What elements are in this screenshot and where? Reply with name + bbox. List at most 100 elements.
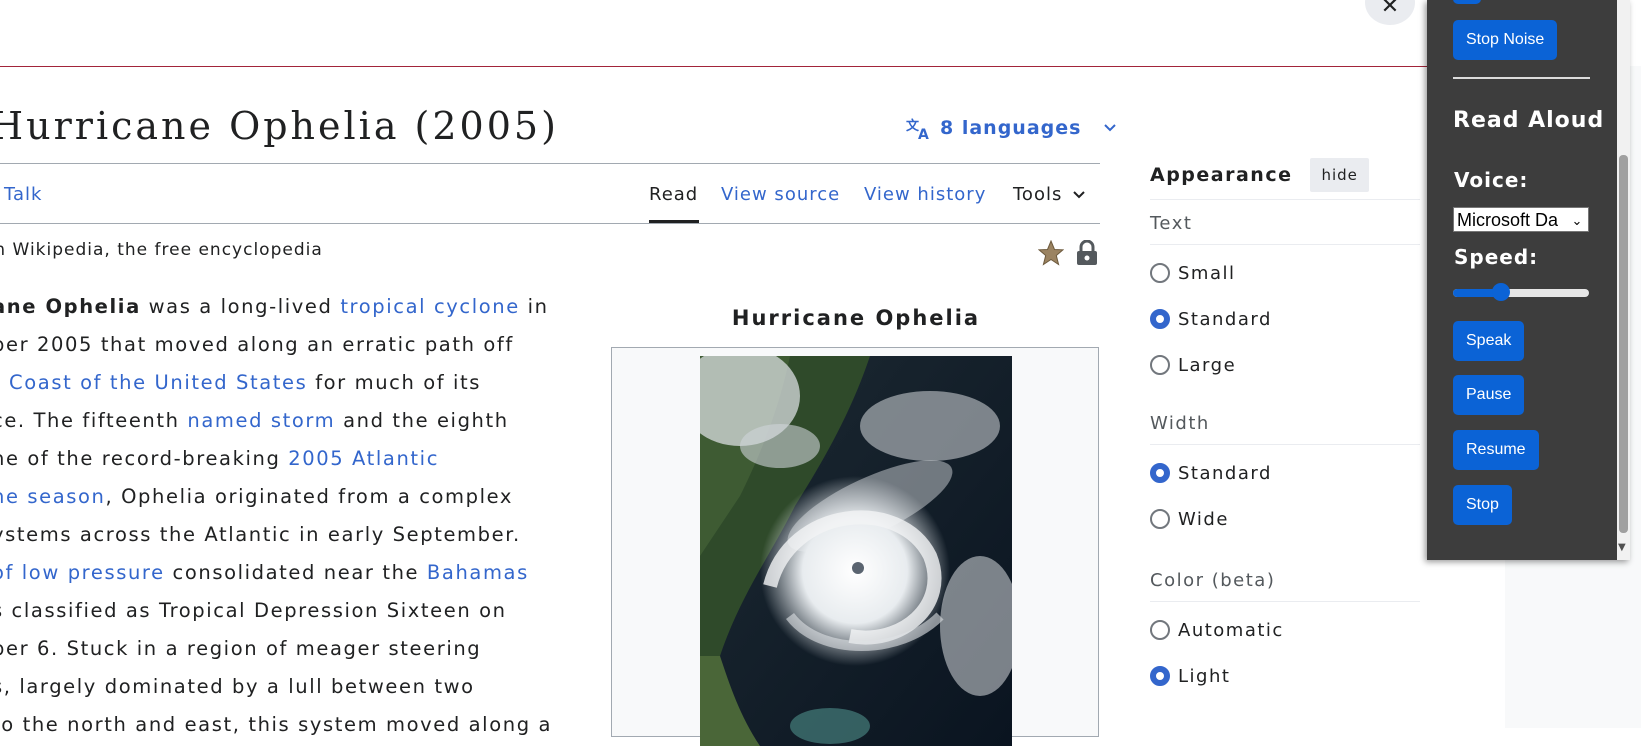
voice-value: Microsoft Da xyxy=(1457,210,1559,230)
radio-button[interactable] xyxy=(1150,509,1170,529)
radio-button[interactable] xyxy=(1150,666,1170,686)
article-line: ane Ophelia was a long-lived tropical cy… xyxy=(0,290,592,328)
title-divider xyxy=(0,163,1100,164)
tabs-divider xyxy=(0,223,1100,224)
radio-button[interactable] xyxy=(1150,620,1170,640)
text-size-section: Text Small Standard Large xyxy=(1150,213,1420,388)
stop-button[interactable]: Stop xyxy=(1453,485,1512,525)
chevron-down-icon xyxy=(1073,190,1086,198)
color-section: Color (beta) Automatic Light xyxy=(1150,570,1420,699)
appearance-divider xyxy=(1150,199,1420,200)
satellite-image[interactable] xyxy=(700,356,1012,746)
read-aloud-title: Read Aloud xyxy=(1453,108,1605,133)
article-text: to the north and east, this system moved… xyxy=(0,713,553,736)
radio-label: Standard xyxy=(1178,462,1272,484)
width-section: Width Standard Wide xyxy=(1150,413,1420,542)
article-line: of low pressure consolidated near the Ba… xyxy=(0,556,592,594)
color-option-light[interactable]: Light xyxy=(1150,653,1420,699)
article-text: ce. The fifteenth xyxy=(0,409,188,432)
article-text: was a long-lived xyxy=(140,295,341,318)
pause-button[interactable]: Pause xyxy=(1453,375,1525,415)
speak-button[interactable]: Speak xyxy=(1453,321,1525,361)
article-text: for much of its xyxy=(307,371,482,394)
radio-button[interactable] xyxy=(1150,355,1170,375)
resume-button[interactable]: Resume xyxy=(1453,430,1539,470)
tools-menu[interactable]: Tools xyxy=(1013,184,1086,205)
width-option-wide[interactable]: Wide xyxy=(1150,496,1420,542)
radio-label: Large xyxy=(1178,354,1237,376)
article-text: ystems across the Atlantic in early Sept… xyxy=(0,523,521,546)
article-link[interactable]: t Coast of the United States xyxy=(0,371,307,394)
speed-slider-thumb[interactable] xyxy=(1491,283,1510,301)
width-option-standard[interactable]: Standard xyxy=(1150,450,1420,496)
tab-read[interactable]: Read xyxy=(649,184,698,205)
article-link[interactable]: tropical cyclone xyxy=(340,295,520,318)
color-label: Color (beta) xyxy=(1150,570,1420,602)
text-size-label: Text xyxy=(1150,213,1420,245)
radio-label: Automatic xyxy=(1178,619,1284,641)
featured-star-icon xyxy=(1038,240,1064,266)
article-line: ne of the record-breaking 2005 Atlantic xyxy=(0,442,592,480)
scroll-down-arrow-icon[interactable]: ▼ xyxy=(1618,542,1626,553)
read-aloud-divider xyxy=(1453,77,1590,79)
radio-button[interactable] xyxy=(1150,463,1170,483)
text-size-option-standard[interactable]: Standard xyxy=(1150,296,1420,342)
article-body: ane Ophelia was a long-lived tropical cy… xyxy=(0,290,592,746)
radio-button[interactable] xyxy=(1150,309,1170,329)
width-label: Width xyxy=(1150,413,1420,445)
page-title: Hurricane Ophelia (2005) xyxy=(0,104,559,148)
languages-button[interactable]: 文 A 8 languages xyxy=(906,116,1117,140)
tab-view-source[interactable]: View source xyxy=(721,184,840,205)
voice-select[interactable]: Microsoft Da ⌄ xyxy=(1453,207,1589,232)
radio-label: Wide xyxy=(1178,508,1229,530)
article-link[interactable]: 2005 Atlantic xyxy=(288,447,439,470)
article-link[interactable]: Bahamas xyxy=(427,561,529,584)
svg-text:A: A xyxy=(918,127,930,140)
tagline-text: From Wikipedia, the free encyclopedia xyxy=(0,240,323,260)
stop-noise-button[interactable]: Stop Noise xyxy=(1453,20,1558,60)
appearance-title: Appearance xyxy=(1150,164,1293,186)
article-text: in xyxy=(519,295,549,318)
article-link[interactable]: of low pressure xyxy=(0,561,165,584)
article-link[interactable]: ne season xyxy=(0,485,106,508)
chevron-down-icon: ⌄ xyxy=(1568,208,1586,231)
article-text: ne of the record-breaking xyxy=(0,447,289,470)
article-text: consolidated near the xyxy=(164,561,427,584)
radio-button[interactable] xyxy=(1150,263,1170,283)
top-button-partial[interactable] xyxy=(1453,0,1481,4)
radio-label: Light xyxy=(1178,665,1231,687)
radio-label: Standard xyxy=(1178,308,1272,330)
scrollbar-thumb[interactable] xyxy=(1619,155,1628,533)
article-line: s classified as Tropical Depression Sixt… xyxy=(0,594,592,632)
article-line: ystems across the Atlantic in early Sept… xyxy=(0,518,592,556)
article-text: ber 2005 that moved along an erratic pat… xyxy=(0,333,514,356)
article-link[interactable]: named storm xyxy=(187,409,335,432)
voice-label: Voice: xyxy=(1454,168,1529,192)
tools-label: Tools xyxy=(1013,184,1063,205)
radio-label: Small xyxy=(1178,262,1236,284)
translate-icon: 文 A xyxy=(906,118,930,140)
article-text: s classified as Tropical Depression Sixt… xyxy=(0,599,507,622)
chevron-down-icon xyxy=(1104,124,1117,132)
lock-icon xyxy=(1077,240,1097,265)
read-aloud-scrollbar[interactable]: ▼ xyxy=(1617,0,1630,560)
text-size-option-small[interactable]: Small xyxy=(1150,250,1420,296)
text-size-option-large[interactable]: Large xyxy=(1150,342,1420,388)
hide-button[interactable]: hide xyxy=(1310,158,1369,192)
article-line: ber 6. Stuck in a region of meager steer… xyxy=(0,632,592,670)
article-text: s, largely dominated by a lull between t… xyxy=(0,675,475,698)
article-line: ne season, Ophelia originated from a com… xyxy=(0,480,592,518)
tab-view-history[interactable]: View history xyxy=(864,184,986,205)
appearance-panel: Appearance hide Text Small Standard Large … xyxy=(1150,155,1420,687)
site-header xyxy=(0,0,1430,67)
speed-label: Speed: xyxy=(1454,245,1539,269)
tagline: From Wikipedia, the free encyclopedia xyxy=(0,240,357,260)
article-text: ane Ophelia xyxy=(0,295,141,318)
speed-slider[interactable] xyxy=(1453,283,1589,301)
tab-talk[interactable]: Talk xyxy=(4,184,42,205)
color-option-automatic[interactable]: Automatic xyxy=(1150,607,1420,653)
article-line: t Coast of the United States for much of… xyxy=(0,366,592,404)
article-text: and the eighth xyxy=(335,409,509,432)
read-aloud-panel: Stop Noise Read Aloud Voice: Microsoft D… xyxy=(1427,0,1630,560)
languages-label: 8 languages xyxy=(940,117,1082,139)
